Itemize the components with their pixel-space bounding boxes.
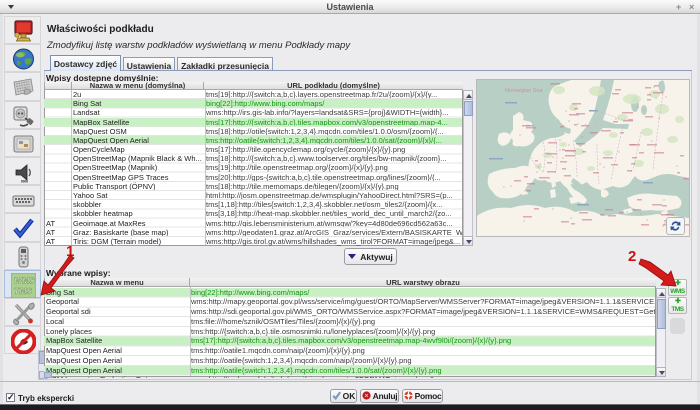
svg-text:TMS: TMS <box>14 286 32 296</box>
svg-text:Norwegian Sea: Norwegian Sea <box>505 88 544 94</box>
svg-text:WMS: WMS <box>14 275 35 285</box>
